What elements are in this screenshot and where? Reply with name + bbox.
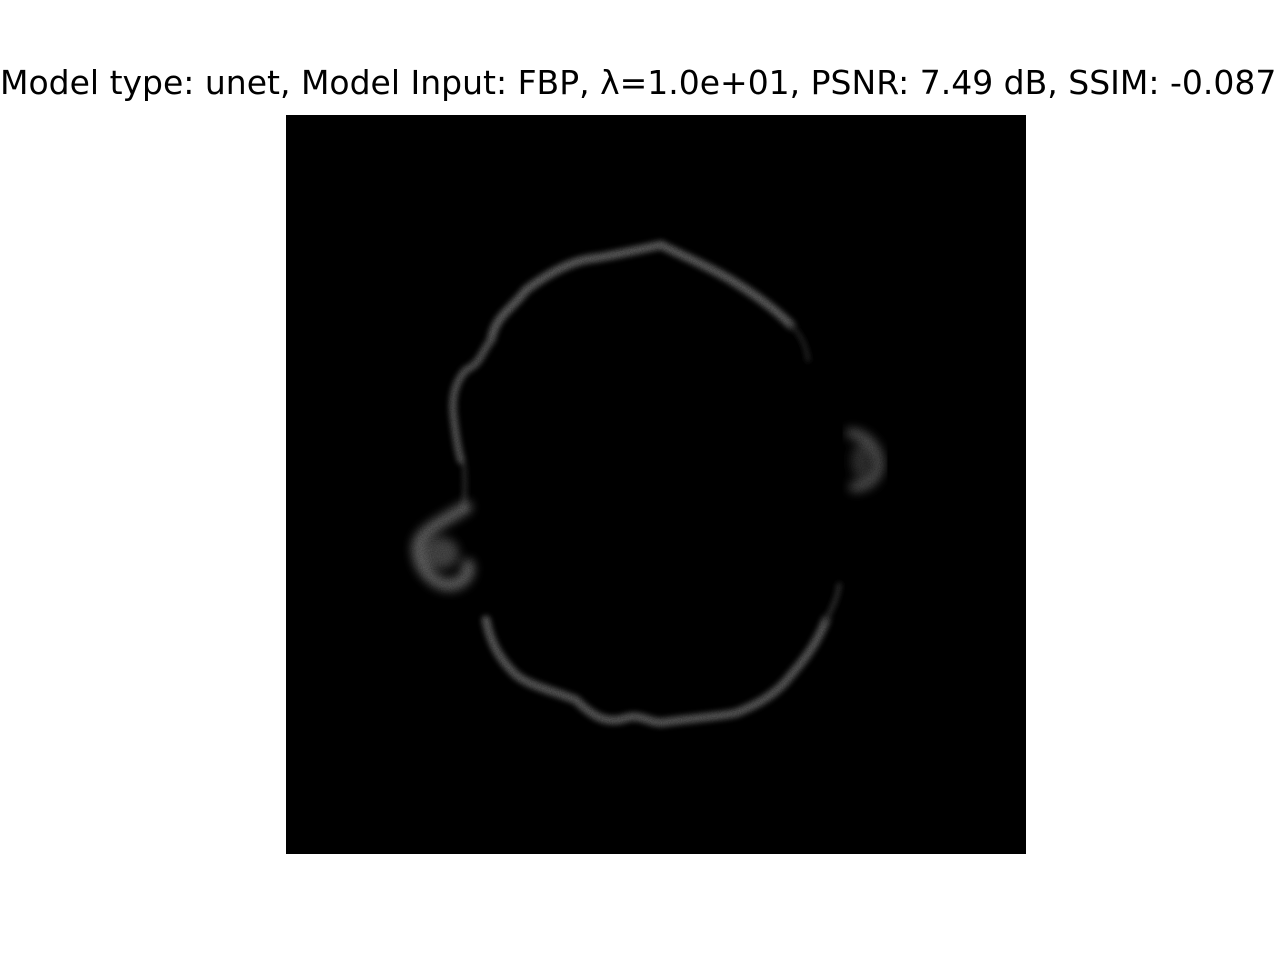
noise-overlay <box>286 115 1026 854</box>
ct-reconstruction-icon <box>286 115 1026 854</box>
reconstruction-image <box>286 115 1026 854</box>
figure: Model type: unet, Model Input: FBP, λ=1.… <box>0 0 1280 960</box>
figure-title: Model type: unet, Model Input: FBP, λ=1.… <box>0 63 1277 102</box>
